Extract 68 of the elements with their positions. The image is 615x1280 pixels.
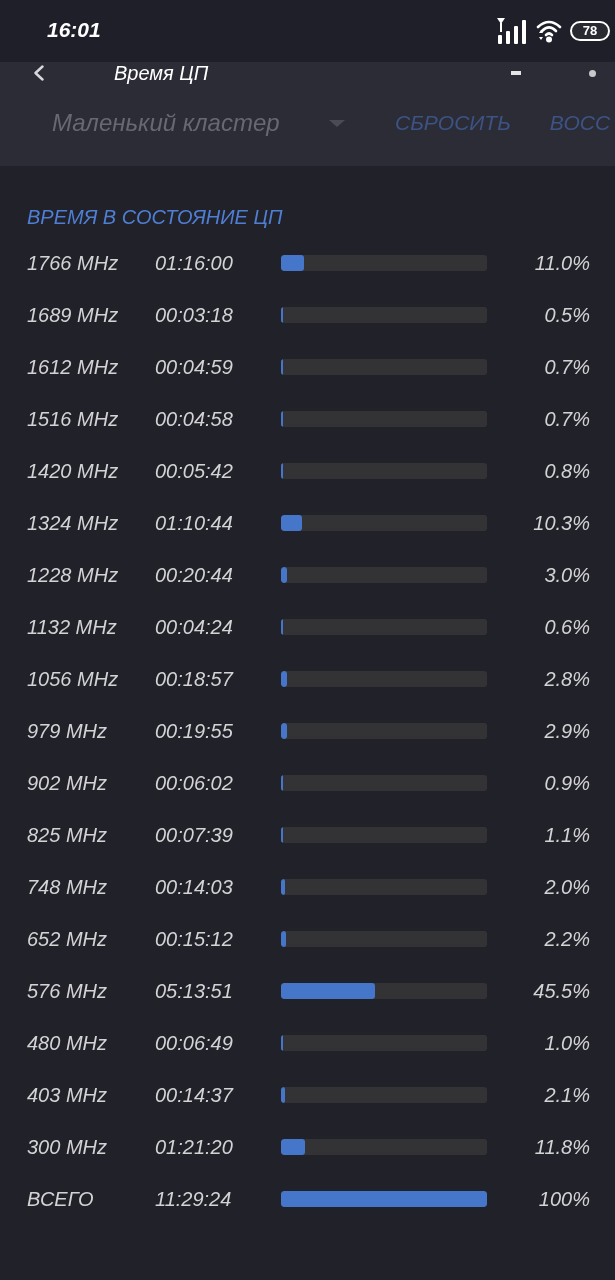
- frequency-label: 300 MHz: [27, 1135, 109, 1159]
- text-button[interactable]: СБРОСИТЬ: [395, 103, 511, 143]
- percent-label: 11.8%: [533, 1135, 590, 1159]
- frequency-label: 979 MHz: [27, 719, 109, 743]
- frequency-label: 1766 MHz: [27, 251, 120, 275]
- time-label: 01:10:44: [155, 511, 234, 535]
- dot-icon[interactable]: [589, 69, 596, 77]
- time-label: 01:21:20: [155, 1135, 234, 1159]
- percent-label: 11.0%: [533, 251, 590, 275]
- frequency-label: 1228 MHz: [27, 563, 120, 587]
- percent-label: 0.5%: [543, 303, 590, 327]
- time-label: 00:04:58: [155, 407, 234, 431]
- percent-label: 3.0%: [543, 563, 590, 587]
- time-label: 00:03:18: [155, 303, 234, 327]
- percent-label: 2.9%: [543, 719, 590, 743]
- time-label: 00:20:44: [155, 563, 234, 587]
- percent-label: 1.0%: [543, 1031, 590, 1055]
- percent-label: 2.8%: [543, 667, 590, 691]
- frequency-label: 403 MHz: [27, 1083, 109, 1107]
- frequency-label: 1516 MHz: [27, 407, 120, 431]
- time-label: 00:06:02: [155, 771, 234, 795]
- percent-label: 0.6%: [543, 615, 590, 639]
- frequency-label: 1689 MHz: [27, 303, 120, 327]
- frequency-label: 1612 MHz: [27, 355, 120, 379]
- time-label: 00:04:24: [155, 615, 234, 639]
- frequency-label: 1056 MHz: [27, 667, 120, 691]
- percent-label: 100%: [537, 1187, 590, 1211]
- percent-label: 0.8%: [543, 459, 590, 483]
- caret-icon: [329, 119, 345, 127]
- time-label: 05:13:51: [155, 979, 234, 1003]
- screen-title: Время ЦП: [114, 62, 209, 84]
- frequency-label: 1324 MHz: [27, 511, 120, 535]
- frequency-label: 1420 MHz: [27, 459, 120, 483]
- time-label: 00:19:55: [155, 719, 234, 743]
- frequency-label: ВСЕГО: [27, 1187, 95, 1211]
- time-label: 00:04:59: [155, 355, 234, 379]
- percent-label: 0.9%: [543, 771, 590, 795]
- text-button[interactable]: ВОСС: [549, 103, 611, 143]
- time-label: 00:18:57: [155, 667, 235, 691]
- time-label: 01:16:00: [155, 251, 234, 275]
- percent-label: 1.1%: [543, 823, 590, 847]
- clock: 16:01: [47, 18, 101, 42]
- time-label: 00:07:39: [155, 823, 234, 847]
- time-label: 00:05:42: [155, 459, 234, 483]
- time-label: 11:29:24: [155, 1187, 233, 1211]
- section-title: ВРЕМЯ В СОСТОЯНИЕ ЦП: [27, 205, 284, 229]
- time-label: 00:14:03: [155, 875, 234, 899]
- percent-label: 10.3%: [532, 511, 590, 535]
- percent-label: 45.5%: [532, 979, 590, 1003]
- percent-label: 0.7%: [543, 355, 590, 379]
- frequency-label: 480 MHz: [27, 1031, 109, 1055]
- percent-label: 2.1%: [543, 1083, 590, 1107]
- time-label: 00:14:37: [155, 1083, 235, 1107]
- battery-indicator: 78: [570, 21, 610, 41]
- frequency-label: 902 MHz: [27, 771, 109, 795]
- percent-label: 0.7%: [543, 407, 590, 431]
- wifi-icon: [536, 19, 562, 43]
- percent-label: 2.2%: [543, 927, 590, 951]
- time-label: 00:06:49: [155, 1031, 234, 1055]
- frequency-label: 825 MHz: [27, 823, 109, 847]
- cluster-dropdown[interactable]: Маленький кластер: [52, 103, 345, 143]
- frequency-label: 748 MHz: [27, 875, 109, 899]
- back-icon[interactable]: [34, 65, 44, 81]
- frequency-label: 1132 MHz: [27, 615, 118, 639]
- percent-label: 2.0%: [543, 875, 590, 899]
- time-label: 00:15:12: [155, 927, 234, 951]
- frequency-label: 652 MHz: [27, 927, 109, 951]
- frequency-label: 576 MHz: [27, 979, 109, 1003]
